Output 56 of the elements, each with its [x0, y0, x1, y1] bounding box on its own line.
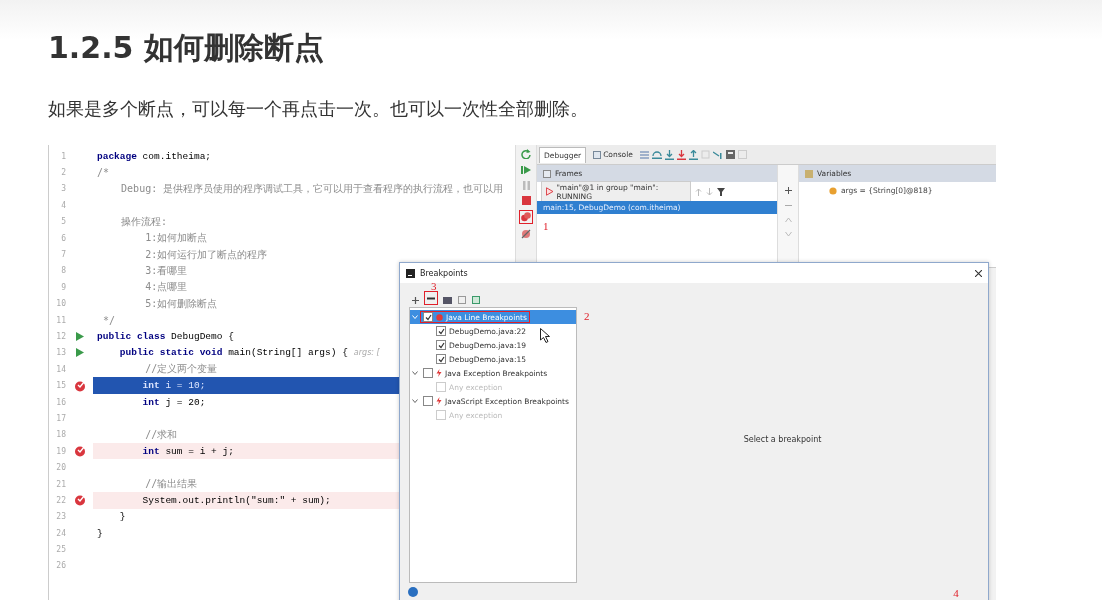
line-number: 3	[60, 184, 66, 194]
code-comment: 操作流程:	[120, 214, 168, 229]
line-number: 11	[55, 315, 66, 325]
line-number: 4	[60, 200, 66, 210]
code-comment: /*	[97, 167, 110, 179]
code-comment: //定义两个变量	[144, 362, 218, 377]
code-comment: 1:如何加断点	[144, 231, 208, 246]
line-number: 9	[60, 282, 66, 292]
line-number: 24	[55, 528, 66, 538]
line-number: 13	[55, 348, 66, 358]
parameter-hint: args: [	[353, 348, 380, 358]
line-number: 21	[55, 479, 66, 489]
line-number: 23	[55, 512, 66, 522]
line-number: 19	[55, 446, 66, 456]
empty-message: Select a breakpoint	[743, 435, 822, 446]
code-comment: //求和	[144, 427, 178, 442]
line-number: 25	[55, 545, 66, 555]
line-number: 7	[60, 250, 66, 260]
code-comment: 3:看哪里	[144, 263, 188, 278]
code-line: System.out.println("sum:" + sum);	[141, 494, 331, 506]
code-line: package com.itheima;	[97, 150, 212, 162]
dialog-title: Breakpoints	[420, 268, 469, 278]
step-number: 2	[584, 310, 590, 322]
code-line: }	[118, 511, 126, 523]
code-line: public static void main(String[] args) {	[118, 347, 348, 359]
code-comment: 4:点哪里	[144, 280, 188, 295]
line-number: 2	[60, 168, 66, 178]
paragraph: 如果是多个断点，可以每一个再点击一次。也可以一次性全部删除。	[48, 97, 588, 121]
line-number: 17	[55, 413, 66, 423]
line-number: 1	[60, 151, 66, 161]
line-number: 26	[55, 561, 66, 571]
code-comment: 2:如何运行加了断点的程序	[144, 247, 268, 262]
code-line: public class DebugDemo {	[97, 331, 234, 342]
line-number: 16	[55, 397, 66, 407]
line-number: 10	[55, 299, 66, 309]
code-line: int j = 20;	[141, 396, 206, 408]
step-number: 4	[953, 587, 959, 599]
line-number: 22	[55, 495, 66, 505]
line-number: 5	[60, 217, 66, 227]
line-number: 15	[55, 381, 66, 391]
line-number: 8	[60, 266, 66, 276]
code-line: int sum = i + j;	[141, 445, 234, 457]
code-comment: //输出结果	[144, 477, 198, 491]
step-number: 3	[431, 280, 437, 292]
code-line: }	[97, 527, 103, 539]
code-comment: Debug: 是供程序员使用的程序调试工具，它可以用于查看程序的执行流程，也可以用	[120, 181, 504, 196]
line-number: 6	[60, 233, 66, 243]
line-number: 20	[55, 463, 66, 473]
line-number: 12	[55, 332, 66, 341]
line-number: 14	[55, 364, 66, 374]
line-number: 18	[55, 430, 66, 440]
code-comment: */	[102, 314, 116, 326]
step-number: 1	[543, 220, 550, 232]
code-comment: 5:如何删除断点	[144, 296, 218, 311]
code-line: int i = 10;	[141, 380, 206, 392]
heading: 1.2.5 如何删除断点	[47, 29, 324, 67]
